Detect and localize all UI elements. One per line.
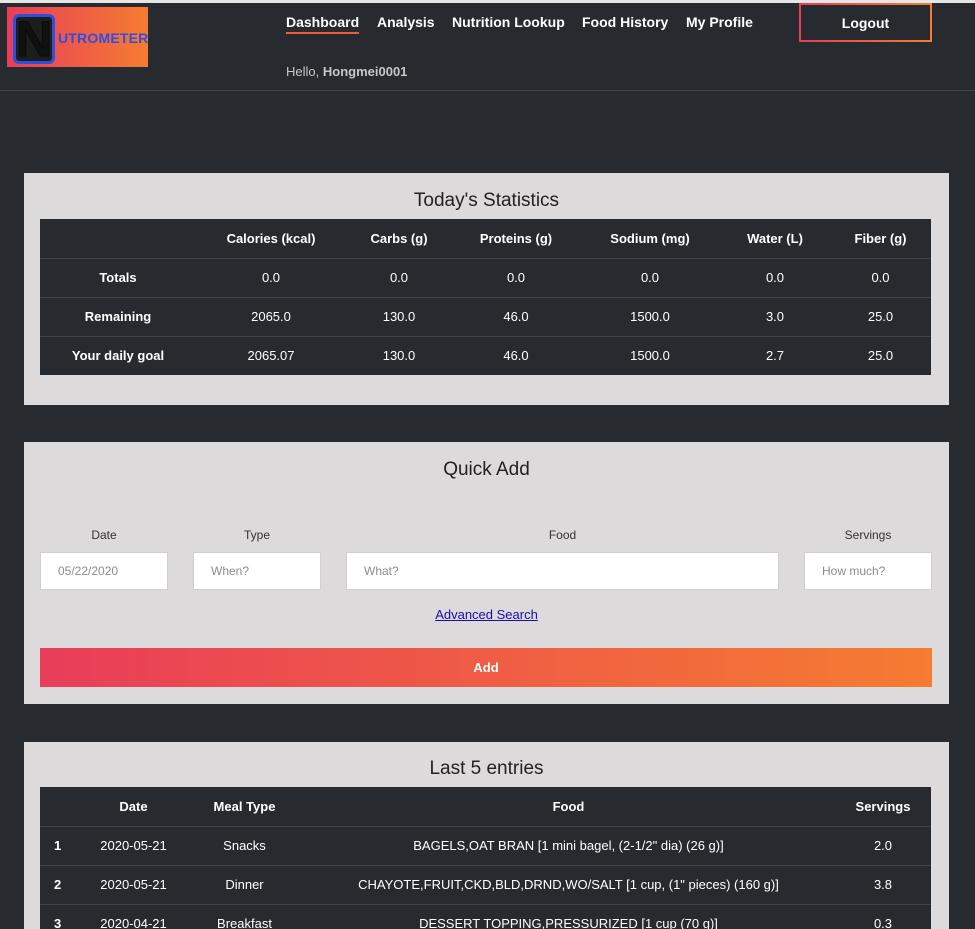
stats-header-calories: Calories (kcal) <box>196 219 346 259</box>
row-label: Remaining <box>40 297 196 337</box>
table-cell: 130.0 <box>346 297 452 337</box>
table-row: Remaining 2065.0 130.0 46.0 1500.0 3.0 2… <box>40 297 931 337</box>
nav-my-profile[interactable]: My Profile <box>686 14 753 30</box>
stats-header-carbs: Carbs (g) <box>346 219 452 259</box>
greeting: Hello, Hongmei0001 <box>286 64 407 79</box>
table-cell: 0.0 <box>830 258 931 298</box>
advanced-search-link[interactable]: Advanced Search <box>24 607 949 622</box>
table-cell: 3.0 <box>720 297 830 337</box>
type-label: Type <box>243 528 270 542</box>
table-row[interactable]: 1 2020-05-21 Snacks BAGELS,OAT BRAN [1 m… <box>40 826 931 866</box>
table-cell: 2.7 <box>765 348 785 364</box>
quick-add-title: Quick Add <box>443 459 530 480</box>
row-label: Your daily goal <box>71 348 165 364</box>
table-cell: 46.0 <box>452 297 580 337</box>
entry-meal-type: Dinner <box>187 865 302 905</box>
table-cell: 0.0 <box>196 258 346 298</box>
entry-meal-type: Snacks <box>187 826 302 866</box>
entry-servings: 0.3 <box>873 916 893 929</box>
type-input[interactable]: When? <box>193 552 321 590</box>
servings-input[interactable]: How much? <box>804 552 932 590</box>
entry-index: 3 <box>54 916 62 929</box>
entries-header-row: Date Meal Type Food Servings <box>40 787 931 827</box>
entries-header-servings: Servings <box>835 787 931 827</box>
entries-header-food: Food <box>302 787 835 827</box>
stats-header-row: Calories (kcal) Carbs (g) Proteins (g) S… <box>40 219 931 259</box>
row-label: Totals <box>40 258 196 298</box>
food-input[interactable]: What? <box>346 552 779 590</box>
entry-food: CHAYOTE,FRUIT,CKD,BLD,DRND,WO/SALT [1 cu… <box>302 865 835 905</box>
nav-nutrition-lookup[interactable]: Nutrition Lookup <box>452 14 565 30</box>
entries-header-meal-type: Meal Type <box>187 787 302 827</box>
stats-header-fiber: Fiber (g) <box>830 219 931 259</box>
table-row: Totals 0.0 0.0 0.0 0.0 0.0 0.0 <box>40 258 931 298</box>
nav-analysis[interactable]: Analysis <box>377 14 435 30</box>
entry-date: 2020-04-21 <box>100 916 167 929</box>
table-cell: 0.0 <box>580 258 720 298</box>
entries-header-date: Date <box>80 787 187 827</box>
logout-button[interactable]: Logout <box>799 3 932 42</box>
greeting-username: Hongmei0001 <box>322 64 408 79</box>
table-cell: 0.0 <box>720 258 830 298</box>
stats-table: Calories (kcal) Carbs (g) Proteins (g) S… <box>40 219 931 375</box>
table-row[interactable]: 3 2020-04-21 Breakfast DESSERT TOPPING,P… <box>40 904 931 929</box>
logo-n-icon: N <box>13 14 55 64</box>
table-cell: 0.0 <box>452 258 580 298</box>
table-row[interactable]: 2 2020-05-21 Dinner CHAYOTE,FRUIT,CKD,BL… <box>40 865 931 905</box>
entry-date: 2020-05-21 <box>80 826 187 866</box>
nav-food-history[interactable]: Food History <box>582 14 668 30</box>
entry-index: 1 <box>40 826 80 866</box>
table-cell: 2065.0 <box>196 297 346 337</box>
stats-header-sodium: Sodium (mg) <box>580 219 720 259</box>
nav-dashboard[interactable]: Dashboard <box>286 14 360 34</box>
stats-header-water: Water (L) <box>720 219 830 259</box>
nutrometer-logo[interactable]: N UTROMETER <box>7 7 148 67</box>
table-cell: 46.0 <box>503 348 529 364</box>
table-cell: 25.0 <box>867 348 894 364</box>
stats-title: Today's Statistics <box>413 190 560 211</box>
stats-header-blank <box>40 219 196 259</box>
table-cell: 25.0 <box>830 297 931 337</box>
entries-header-index <box>40 787 80 827</box>
table-cell: 2065.07 <box>247 348 295 364</box>
entry-food: BAGELS,OAT BRAN [1 mini bagel, (2-1/2" d… <box>302 826 835 866</box>
entry-food: DESSERT TOPPING,PRESSURIZED [1 cup (70 g… <box>419 916 718 929</box>
quick-add-panel: Quick Add Date Type Food Servings 05/22/… <box>24 442 949 704</box>
table-cell: 1500.0 <box>580 297 720 337</box>
entry-servings: 2.0 <box>835 826 931 866</box>
table-cell: 1500.0 <box>630 348 670 364</box>
table-cell: 130.0 <box>382 348 416 364</box>
table-cell: 0.0 <box>346 258 452 298</box>
table-row: Your daily goal 2065.07 130.0 46.0 1500.… <box>40 336 931 375</box>
header: N UTROMETER Dashboard Analysis Nutrition… <box>0 3 975 91</box>
entry-index: 2 <box>40 865 80 905</box>
date-label: Date <box>91 528 117 542</box>
logo-text: UTROMETER <box>58 30 149 46</box>
entry-servings: 3.8 <box>835 865 931 905</box>
date-input[interactable]: 05/22/2020 <box>40 552 168 590</box>
entries-table: Date Meal Type Food Servings 1 2020-05-2… <box>40 787 931 929</box>
food-label: Food <box>548 528 577 542</box>
stats-header-proteins: Proteins (g) <box>452 219 580 259</box>
add-button[interactable]: Add <box>40 648 932 687</box>
entries-panel: Last 5 entries Date Meal Type Food Servi… <box>24 742 949 929</box>
entries-title: Last 5 entries <box>429 758 544 779</box>
entry-date: 2020-05-21 <box>80 865 187 905</box>
stats-panel: Today's Statistics Calories (kcal) Carbs… <box>24 173 949 405</box>
servings-label: Servings <box>844 528 892 542</box>
greeting-prefix: Hello, <box>286 64 320 79</box>
entry-meal-type: Breakfast <box>217 916 272 929</box>
